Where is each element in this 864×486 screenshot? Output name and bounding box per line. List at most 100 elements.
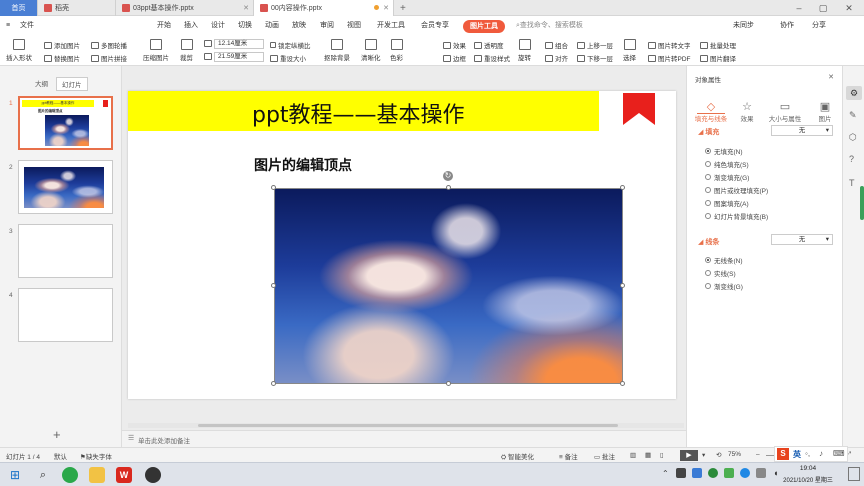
resize-handle[interactable] — [620, 381, 625, 386]
close-tab-icon[interactable]: ✕ — [383, 4, 389, 12]
select-button[interactable]: 选择 — [623, 39, 636, 62]
color-button[interactable]: 色彩 — [390, 39, 403, 62]
add-slide-icon[interactable]: + — [53, 427, 61, 442]
file-explorer-icon[interactable] — [89, 467, 105, 483]
ime-language[interactable]: 英 — [793, 449, 801, 460]
menu-view[interactable]: 视图 — [347, 16, 361, 36]
slide-thumbnail-2[interactable] — [18, 160, 113, 214]
fill-option-none[interactable]: 无填充(N) — [705, 146, 743, 156]
align-button[interactable]: 对齐 — [545, 53, 568, 63]
batch-process-button[interactable]: 批量处理 — [700, 40, 736, 50]
slide-thumbnail-3[interactable] — [18, 224, 113, 278]
menu-slideshow[interactable]: 放映 — [292, 16, 306, 36]
tray-app-icon[interactable] — [740, 468, 750, 478]
zoom-out-icon[interactable]: – — [756, 451, 760, 458]
transparency-button[interactable]: 透明度 — [474, 40, 504, 50]
multi-carousel-button[interactable]: 多图轮播 — [91, 40, 127, 50]
tray-app-icon[interactable] — [708, 468, 718, 478]
line-section-header[interactable]: ◢ 线条 — [698, 237, 719, 247]
tab-document-00[interactable]: 00内容操作.pptx ✕ — [254, 0, 394, 16]
text-tool-icon[interactable]: T — [849, 178, 855, 188]
fill-section-header[interactable]: ◢ 填充 — [698, 127, 719, 137]
menu-design[interactable]: 设计 — [211, 16, 225, 36]
search-box[interactable]: ⌕查找命令、搜索模板 — [516, 16, 583, 36]
picture-to-text-button[interactable]: 图片转文字 — [648, 40, 691, 50]
slide-thumbnail-1[interactable]: ppt教程——基本操作 图片的编辑顶点 — [18, 96, 113, 150]
tray-app-icon[interactable] — [692, 468, 702, 478]
panel-close-icon[interactable]: ✕ — [828, 73, 834, 81]
browser-icon[interactable] — [62, 467, 78, 483]
tray-expand-icon[interactable]: ⌃ — [662, 469, 669, 478]
theme-name[interactable]: 默认 — [54, 451, 67, 461]
zoom-level[interactable]: 75% — [728, 451, 741, 458]
height-input[interactable]: 21.59厘米 — [214, 52, 264, 62]
resize-handle[interactable] — [446, 185, 451, 190]
keyboard-icon[interactable]: ⌨ — [833, 449, 845, 458]
fill-option-picture[interactable]: 图片或纹理填充(P) — [705, 185, 768, 195]
resize-handle[interactable] — [446, 381, 451, 386]
menu-hamburger-icon[interactable]: ≡ — [6, 16, 10, 36]
help-icon[interactable]: ? — [849, 154, 854, 164]
clock-date[interactable]: 2021/10/20 星期三 — [772, 475, 844, 484]
slide-thumbnail-4[interactable] — [18, 288, 113, 342]
microphone-icon[interactable]: ♪ — [819, 449, 823, 458]
tray-app-icon[interactable] — [724, 468, 734, 478]
comments-toggle-button[interactable]: ▭ 批注 — [594, 451, 615, 461]
replace-picture-button[interactable]: 替换图片 — [44, 53, 80, 63]
add-picture-button[interactable]: 添加图片 — [44, 40, 80, 50]
pin-icon[interactable]: ✎ — [849, 110, 857, 121]
ime-punctuation-icon[interactable]: ◦, — [805, 449, 810, 458]
clarity-button[interactable]: 清晰化 — [361, 39, 381, 62]
tab-fill-line[interactable]: ◇ 填充与线条 — [693, 100, 729, 123]
picture-translate-button[interactable]: 图片翻译 — [700, 53, 736, 63]
resize-handle[interactable] — [271, 185, 276, 190]
slide[interactable]: ppt教程——基本操作 图片的编辑顶点 ↻ — [128, 91, 676, 399]
play-menu-chevron-icon[interactable]: ▾ — [702, 451, 705, 459]
missing-font-button[interactable]: ⚑缺失字体 — [80, 451, 112, 461]
notes-toggle-button[interactable]: ≡ 备注 — [559, 451, 578, 461]
menu-home[interactable]: 开始 — [157, 16, 171, 36]
smart-beautify-button[interactable]: ⛭ 智能美化 — [501, 451, 534, 462]
sync-status[interactable]: 未同步 — [733, 16, 754, 36]
zoom-fit-icon[interactable]: ⟲ — [716, 451, 721, 459]
reset-size-button[interactable]: 重设大小 — [270, 53, 306, 63]
menu-member[interactable]: 会员专享 — [421, 16, 449, 36]
notification-icon[interactable] — [848, 467, 860, 481]
recording-app-icon[interactable] — [145, 467, 161, 483]
resize-handle[interactable] — [271, 283, 276, 288]
tab-home[interactable]: 首页 — [0, 0, 38, 16]
tab-picture[interactable]: ▣ 图片 — [807, 100, 843, 123]
picture-splice-button[interactable]: 图片拼接 — [91, 53, 127, 63]
new-tab-icon[interactable]: + — [394, 0, 410, 16]
windows-start-icon[interactable]: ⊞ — [7, 467, 23, 483]
tab-slides[interactable]: 幻灯片 — [56, 77, 88, 91]
horizontal-scrollbar[interactable] — [128, 423, 684, 428]
fill-dropdown[interactable]: 无 ▾ — [771, 125, 833, 136]
resize-handle[interactable] — [620, 185, 625, 190]
menu-insert[interactable]: 插入 — [184, 16, 198, 36]
tab-outline[interactable]: 大纲 — [30, 77, 53, 89]
fill-option-gradient[interactable]: 渐变填充(G) — [705, 172, 749, 182]
menu-file[interactable]: 文件 — [20, 16, 34, 36]
clock-time[interactable]: 19:04 — [787, 465, 829, 472]
notes-bar[interactable]: ☰ 单击此处添加备注 — [122, 430, 686, 447]
scrollbar-thumb[interactable] — [198, 424, 618, 427]
lock-ratio-checkbox[interactable]: 锁定纵横比 — [270, 40, 311, 50]
menu-review[interactable]: 审阅 — [320, 16, 334, 36]
picture-to-pdf-button[interactable]: 图片转PDF — [648, 53, 691, 63]
tab-docer[interactable]: 稻壳 — [38, 0, 116, 16]
reading-view-icon[interactable]: ▯ — [660, 451, 664, 459]
menu-animation[interactable]: 动画 — [265, 16, 279, 36]
resize-handle[interactable] — [620, 283, 625, 288]
crop-button[interactable]: 裁剪 — [180, 39, 193, 62]
properties-icon[interactable]: ⚙ — [846, 86, 862, 100]
tab-document-03[interactable]: 03ppt基本操作.pptx ✕ — [116, 0, 254, 16]
remove-background-button[interactable]: 抠除背景 — [324, 39, 350, 62]
width-input[interactable]: 12.14厘米 — [214, 39, 264, 49]
slide-title[interactable]: ppt教程——基本操作 — [252, 97, 465, 129]
border-button[interactable]: 边框 — [443, 53, 466, 63]
insert-shape-button[interactable]: 插入形状 — [6, 39, 32, 62]
rotate-button[interactable]: 旋转 — [518, 39, 531, 62]
bring-forward-button[interactable]: 上移一层 — [577, 40, 613, 50]
wps-office-icon[interactable]: W — [116, 467, 132, 483]
